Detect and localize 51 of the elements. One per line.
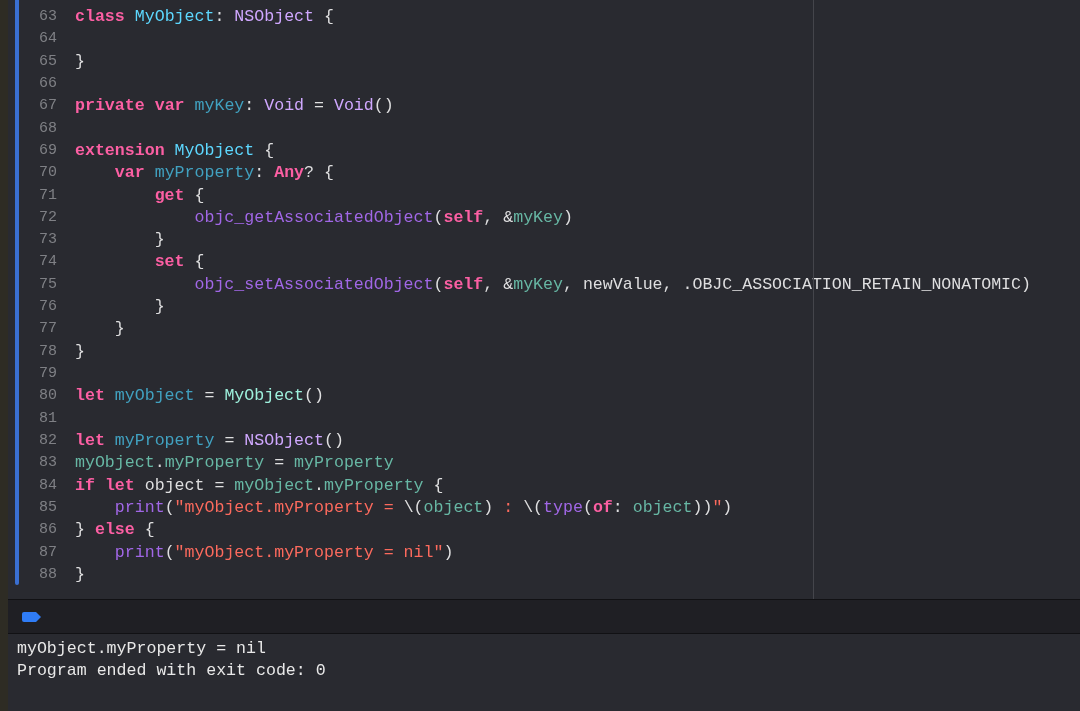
line-number: 76 <box>38 297 57 318</box>
code-line: extension MyObject { <box>75 139 275 162</box>
line-number: 65 <box>38 51 57 72</box>
line-number: 88 <box>38 564 57 585</box>
code-line: print("myObject.myProperty = \(object) : \(type(of: object))") <box>113 496 733 519</box>
line-number: 72 <box>38 207 57 228</box>
line-number: 85 <box>38 497 57 518</box>
code-line: } <box>153 229 165 252</box>
line-number: 73 <box>38 230 57 251</box>
code-line: private var myKey: Void = Void() <box>75 95 394 118</box>
code-line: let myProperty = NSObject() <box>75 429 344 452</box>
line-number: 66 <box>38 73 57 94</box>
line-number: 84 <box>38 475 57 496</box>
code-line: } else { <box>75 519 155 542</box>
code-line: objc_setAssociatedObject(self, &myKey, newValue, .OBJC_ASSOCIATION_RETAIN_NONATOMIC) <box>193 273 1031 296</box>
line-number: 74 <box>38 252 57 273</box>
line-number: 70 <box>38 163 57 184</box>
line-number: 64 <box>38 29 57 50</box>
line-number: 81 <box>38 408 57 429</box>
line-number: 77 <box>38 319 57 340</box>
line-number: 86 <box>38 520 57 541</box>
console-output-line: Program ended with exit code: 0 <box>17 660 326 682</box>
code-line: } <box>75 563 85 586</box>
line-number: 63 <box>38 7 57 27</box>
line-number: 82 <box>38 430 57 451</box>
console-output-line: myObject.myProperty = nil <box>17 638 266 660</box>
line-number: 79 <box>38 364 57 384</box>
breakpoint-toggle-icon[interactable] <box>22 611 41 622</box>
code-line: let myObject = MyObject() <box>75 385 324 408</box>
code-line: objc_getAssociatedObject(self, &myKey) <box>193 206 573 229</box>
line-number: 87 <box>38 542 57 563</box>
line-number: 83 <box>38 453 57 474</box>
line-number: 80 <box>38 386 57 407</box>
line-number: 67 <box>38 96 57 117</box>
code-line: } <box>153 296 165 319</box>
code-line: } <box>113 318 125 341</box>
code-line: class MyObject: NSObject { <box>75 6 334 28</box>
code-line: get { <box>153 184 205 207</box>
line-number: 69 <box>38 140 57 161</box>
code-line: print("myObject.myProperty = nil") <box>113 541 454 564</box>
code-line: if let object = myObject.myProperty { <box>75 474 444 497</box>
line-number: 68 <box>38 118 57 139</box>
code-line: } <box>75 50 85 73</box>
code-line: var myProperty: Any? { <box>113 162 334 185</box>
line-number: 71 <box>38 185 57 206</box>
line-number: 78 <box>38 341 57 362</box>
code-line: myObject.myProperty = myProperty <box>75 452 394 475</box>
code-line: set { <box>153 251 205 274</box>
line-number: 75 <box>38 274 57 295</box>
code-line: } <box>75 340 85 363</box>
code-editor[interactable] <box>8 0 1080 600</box>
